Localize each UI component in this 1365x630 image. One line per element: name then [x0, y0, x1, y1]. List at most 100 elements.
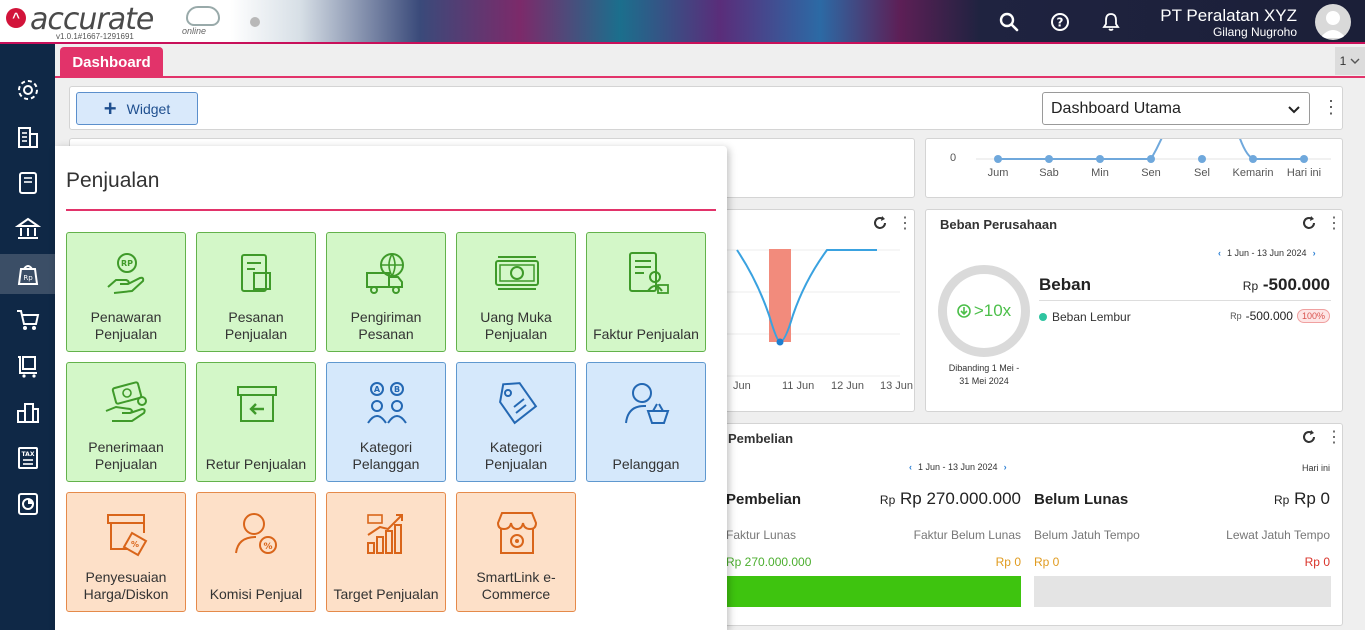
- beban-item-amount: Rp -500.000 100%: [1230, 309, 1330, 323]
- chevron-left-icon[interactable]: ‹: [1218, 248, 1221, 258]
- report-chart-icon: [17, 493, 38, 515]
- weekly-data-point: [1300, 155, 1308, 163]
- tile-kategori-pelanggan[interactable]: A B Kategori Pelanggan: [326, 362, 446, 482]
- city-icon: [16, 403, 39, 423]
- sidebar-item-purchase[interactable]: [0, 300, 55, 340]
- pembelian-date-range[interactable]: ‹ 1 Jun - 13 Jun 2024 ›: [909, 462, 1007, 472]
- beban-item-value: -500.000: [1245, 309, 1293, 323]
- beban-currency: Rp: [1242, 279, 1259, 293]
- sidebar-item-company[interactable]: [0, 117, 55, 157]
- sidebar-item-tax[interactable]: TAX: [0, 438, 55, 478]
- tile-label: SmartLink e-Commerce: [476, 569, 556, 602]
- sidebar-item-reports[interactable]: [0, 484, 55, 524]
- beban-compare-line2: 31 Mei 2024: [959, 376, 1009, 386]
- tile-penerimaan-penjualan[interactable]: Penerimaan Penjualan: [66, 362, 186, 482]
- beban-item-name: Beban Lembur: [1052, 310, 1131, 324]
- refresh-icon[interactable]: [1301, 429, 1317, 445]
- belum-lunas-heading: Belum Lunas: [1034, 491, 1129, 508]
- tile-label: Pelanggan: [612, 456, 680, 472]
- cart-icon: [16, 310, 39, 330]
- dashboard-select-value: Dashboard Utama: [1051, 99, 1181, 117]
- avatar[interactable]: [1315, 4, 1351, 40]
- tab-bar: Dashboard 1: [55, 44, 1365, 78]
- tile-faktur-penjualan[interactable]: Faktur Penjualan: [586, 232, 706, 352]
- legend-dot: [1039, 313, 1047, 321]
- beban-item-currency: Rp: [1230, 311, 1242, 321]
- chevron-right-icon[interactable]: ›: [1313, 248, 1316, 258]
- tile-smartlink-e-commerce[interactable]: SmartLink e-Commerce: [456, 492, 576, 612]
- dashboard-select[interactable]: Dashboard Utama: [1042, 92, 1310, 125]
- svg-text:B: B: [394, 385, 400, 394]
- customer-category-icon: AB: [367, 382, 407, 424]
- sidebar-item-settings[interactable]: [0, 70, 55, 110]
- bank-icon: [14, 217, 41, 239]
- tile-label: Kategori Pelanggan: [352, 439, 420, 472]
- pembelian-total-value: Rp 270.000.000: [900, 489, 1021, 508]
- chevron-down-icon: [1288, 106, 1300, 114]
- logo-suffix: online: [182, 26, 207, 36]
- search-icon[interactable]: [994, 7, 1024, 37]
- bell-icon[interactable]: [1096, 7, 1126, 37]
- jatuh-tempo-progress-bar: [1034, 576, 1331, 607]
- tile-uang-muka-penjualan[interactable]: Uang Muka Penjualan: [456, 232, 576, 352]
- tile-penawaran-penjualan[interactable]: RP Penawaran Penjualan: [66, 232, 186, 352]
- sidebar-item-ledger[interactable]: [0, 163, 55, 203]
- user-name: Gilang Nugroho: [1212, 25, 1297, 39]
- faktur-belum-lunas-value: Rp 0: [995, 555, 1021, 569]
- pembelian-currency: Rp: [879, 493, 896, 507]
- tile-label: Faktur Penjualan: [593, 326, 699, 342]
- sidebar-item-bank[interactable]: [0, 209, 55, 249]
- dashboard-toolbar: + Widget Dashboard Utama ⋮: [69, 86, 1343, 130]
- belum-jatuh-tempo-label: Belum Jatuh Tempo: [1034, 528, 1140, 542]
- weekly-data-point: [1045, 155, 1053, 163]
- sidebar-item-sales[interactable]: Rp: [0, 254, 55, 294]
- tile-kategori-penjualan[interactable]: Kategori Penjualan: [456, 362, 576, 482]
- tile-pelanggan[interactable]: Pelanggan: [586, 362, 706, 482]
- widget-card-pembelian: Pembelian ⋮ ‹ 1 Jun - 13 Jun 2024 › Hari…: [715, 423, 1343, 626]
- tile-label: Penerimaan Penjualan: [88, 439, 164, 472]
- tab-count-dropdown[interactable]: 1: [1335, 47, 1365, 75]
- customer-basket-icon: [625, 383, 670, 424]
- sidebar-item-inventory[interactable]: [0, 346, 55, 386]
- beban-date-range[interactable]: ‹ 1 Jun - 13 Jun 2024 ›: [1218, 248, 1316, 258]
- more-options-icon[interactable]: ⋮: [1322, 98, 1340, 118]
- tile-pengiriman-pesanan[interactable]: Pengiriman Pesanan: [326, 232, 446, 352]
- sales-bag-icon: Rp: [17, 265, 38, 285]
- belum-lunas-total-value: Rp 0: [1294, 489, 1330, 508]
- mid-chart-date-label: 13 Jun: [880, 380, 914, 392]
- tile-pesanan-penjualan[interactable]: Pesanan Penjualan: [196, 232, 316, 352]
- sidebar-item-assets[interactable]: [0, 392, 55, 432]
- app-logo[interactable]: ^ accurate online v1.0.1#1667-1291691: [6, 2, 246, 42]
- weekly-data-point: [1147, 155, 1155, 163]
- panel-title: Penjualan: [66, 169, 160, 192]
- tile-retur-penjualan[interactable]: Retur Penjualan: [196, 362, 316, 482]
- pembelian-total: Rp Rp 270.000.000: [866, 489, 1021, 509]
- add-widget-button[interactable]: + Widget: [76, 92, 198, 125]
- faktur-belum-lunas-label: Faktur Belum Lunas: [913, 528, 1021, 542]
- svg-text:?: ?: [1057, 16, 1064, 30]
- beban-ratio-ring: >10x: [938, 265, 1030, 357]
- building-icon: [17, 127, 38, 148]
- logo-mark-icon: ^: [6, 8, 26, 28]
- chevron-left-icon[interactable]: ‹: [909, 462, 912, 472]
- tile-label: Uang Muka Penjualan: [480, 309, 552, 342]
- tile-target-penjualan[interactable]: Target Penjualan: [326, 492, 446, 612]
- tile-penyesuaian-harga-diskon[interactable]: % Penyesuaian Harga/Diskon: [66, 492, 186, 612]
- tile-komisi-penjual[interactable]: % Komisi Penjual: [196, 492, 316, 612]
- more-options-icon[interactable]: ⋮: [1326, 427, 1342, 447]
- tab-dashboard[interactable]: Dashboard: [60, 47, 163, 78]
- chevron-right-icon[interactable]: ›: [1004, 462, 1007, 472]
- inventory-cart-icon: [17, 356, 37, 378]
- widget-card-weekly: 0 Jum Sab Min Sen Sel Kemarin Hari ini: [925, 138, 1343, 198]
- refresh-icon[interactable]: [1301, 215, 1317, 231]
- arrow-down-circle-icon: [957, 304, 971, 318]
- add-widget-label: Widget: [126, 100, 171, 117]
- more-options-icon[interactable]: ⋮: [1326, 213, 1342, 233]
- help-icon[interactable]: ?: [1045, 7, 1075, 37]
- company-info[interactable]: PT Peralatan XYZ Gilang Nugroho: [1160, 6, 1297, 39]
- company-name: PT Peralatan XYZ: [1160, 6, 1297, 25]
- beban-item[interactable]: Beban Lembur: [1039, 310, 1131, 324]
- lewat-jatuh-tempo-value: Rp 0: [1304, 555, 1330, 569]
- tile-label: Retur Penjualan: [205, 456, 307, 472]
- weekly-day-label: Hari ini: [1286, 167, 1322, 179]
